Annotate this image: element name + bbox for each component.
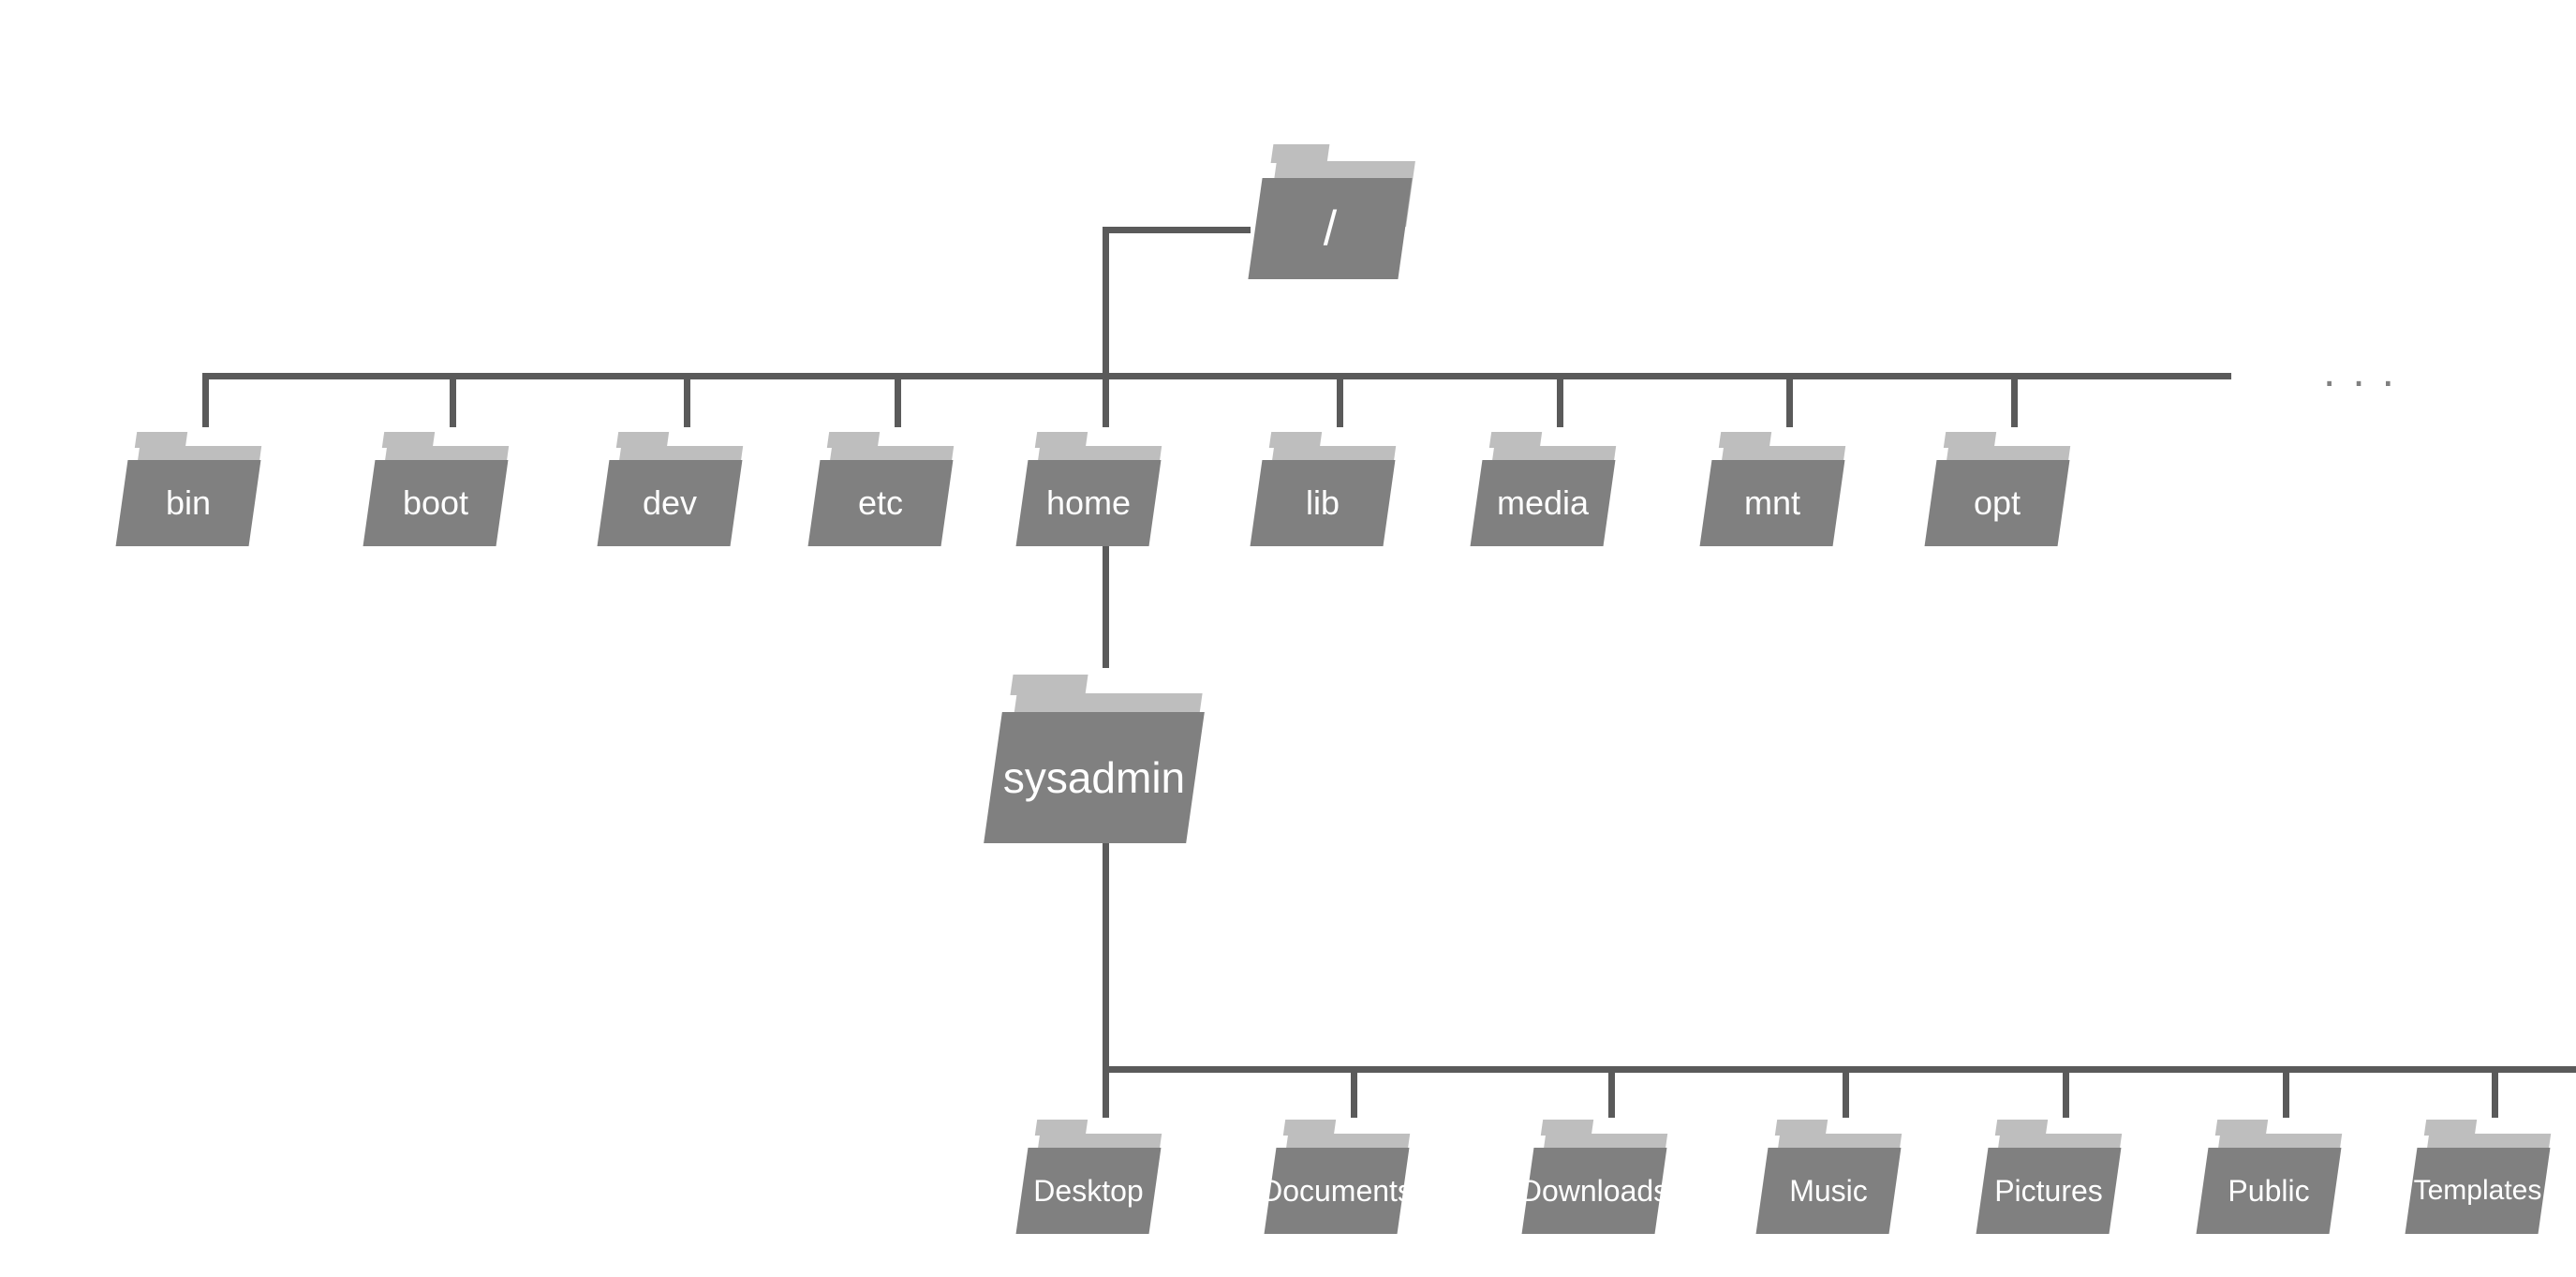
folder-label-documents: Documents: [1247, 1148, 1427, 1234]
folder-label-home: home: [1022, 460, 1155, 546]
connector-level1-drop-bin: [202, 373, 209, 427]
folder-label-root: /: [1255, 178, 1405, 279]
folder-label-lib: lib: [1256, 460, 1389, 546]
folder-label-sysadmin: sysadmin: [993, 712, 1195, 843]
connector-root-vertical: [1103, 227, 1109, 377]
folder-label-mnt: mnt: [1706, 460, 1839, 546]
folder-label-bin: bin: [122, 460, 255, 546]
connector-level3-drop-desktop: [1103, 1066, 1109, 1118]
connector-level1-drop-opt: [2011, 373, 2018, 427]
folder-label-desktop: Desktop: [1022, 1148, 1155, 1234]
connector-level1-drop-media: [1557, 373, 1563, 427]
folder-label-opt: opt: [1931, 460, 2064, 546]
connector-level1-drop-boot: [450, 373, 456, 427]
connector-level3-drop-public: [2283, 1066, 2289, 1118]
connector-level3-bar: [1103, 1066, 2576, 1073]
connector-home-sysadmin: [1103, 546, 1109, 668]
connector-level1-drop-home: [1103, 373, 1109, 427]
connector-level3-drop-documents: [1351, 1066, 1357, 1118]
folder-label-downloads: Downloads: [1504, 1148, 1684, 1234]
folder-label-music: Music: [1762, 1148, 1895, 1234]
connector-level3-drop-music: [1843, 1066, 1849, 1118]
folder-label-media: media: [1476, 460, 1609, 546]
connector-level1-drop-mnt: [1786, 373, 1793, 427]
connector-sysadmin-vertical: [1103, 843, 1109, 1073]
folder-label-pictures: Pictures: [1982, 1148, 2115, 1234]
folder-label-templates: Templates: [2397, 1148, 2558, 1234]
folder-label-public: Public: [2202, 1148, 2335, 1234]
connector-level1-drop-etc: [895, 373, 901, 427]
connector-level3-drop-downloads: [1608, 1066, 1615, 1118]
connector-level1-drop-dev: [684, 373, 690, 427]
folder-label-dev: dev: [603, 460, 736, 546]
folder-label-boot: boot: [369, 460, 502, 546]
connector-level3-drop-templates: [2492, 1066, 2498, 1118]
connector-level3-drop-pictures: [2063, 1066, 2069, 1118]
folder-label-etc: etc: [814, 460, 947, 546]
connector-level1-bar: [202, 373, 2231, 379]
connector-level1-drop-lib: [1337, 373, 1343, 427]
connector-root-horizontal: [1103, 227, 1251, 233]
ellipsis: ...: [2323, 349, 2411, 394]
